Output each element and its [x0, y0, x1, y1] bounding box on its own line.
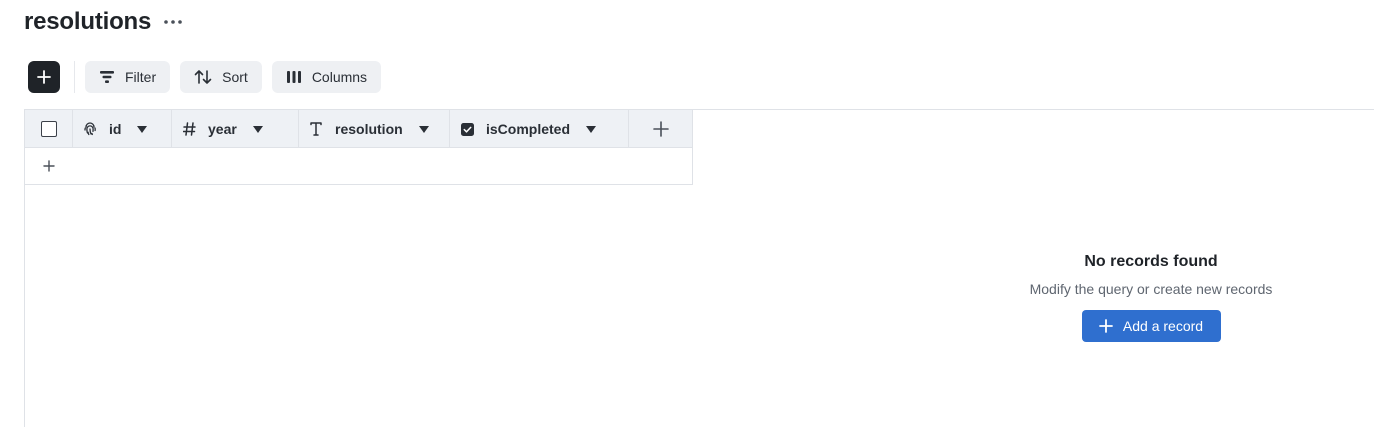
plus-icon [652, 121, 669, 137]
filter-button[interactable]: Filter [85, 61, 171, 93]
add-column-button[interactable] [629, 110, 692, 148]
plus-icon [37, 70, 51, 84]
fingerprint-icon [83, 122, 97, 136]
empty-state-title: No records found [1084, 253, 1218, 270]
sort-button[interactable]: Sort [180, 61, 262, 93]
caret-down-icon [418, 124, 429, 134]
empty-state: No records found Modify the query or cre… [1001, 252, 1301, 342]
add-button[interactable] [28, 61, 60, 93]
filter-label: Filter [125, 69, 157, 85]
grid-header: id year resolution isCompleted [25, 110, 692, 148]
columns-button[interactable]: Columns [271, 61, 382, 93]
columns-label: Columns [311, 69, 368, 85]
toolbar-divider [74, 61, 75, 93]
checkbox-checked-icon [460, 122, 474, 136]
page-title: resolutions [24, 8, 152, 35]
plus-icon [43, 160, 55, 172]
add-record-label: Add a record [1122, 318, 1204, 334]
caret-down-icon [252, 124, 263, 134]
column-label-year: year [208, 121, 237, 137]
add-record-button[interactable]: Add a record [1081, 310, 1221, 342]
toolbar: Filter Sort Columns [28, 61, 391, 93]
page-header: resolutions [24, 6, 183, 38]
empty-state-subtitle: Modify the query or create new records [1029, 281, 1273, 297]
more-options-icon[interactable] [163, 12, 183, 32]
sort-label: Sort [222, 69, 248, 85]
column-header-id[interactable]: id [73, 110, 172, 148]
add-row-button[interactable] [25, 160, 73, 172]
column-label-iscompleted: isCompleted [486, 121, 571, 137]
grid-body [25, 148, 692, 184]
select-all-checkbox[interactable] [40, 121, 57, 137]
select-all-cell [25, 110, 73, 148]
text-type-icon [309, 122, 323, 136]
columns-icon [286, 71, 301, 83]
filter-icon [100, 71, 114, 83]
column-header-iscompleted[interactable]: isCompleted [450, 110, 629, 148]
column-header-year[interactable]: year [172, 110, 299, 148]
column-label-id: id [109, 121, 122, 137]
caret-down-icon [137, 124, 148, 134]
sort-arrows-icon [194, 70, 212, 84]
hash-icon [182, 122, 196, 136]
column-header-resolution[interactable]: resolution [299, 110, 450, 148]
records-grid: id year resolution isCompleted [24, 109, 693, 185]
caret-down-icon [586, 124, 597, 134]
plus-icon [1099, 319, 1113, 333]
column-label-resolution: resolution [335, 121, 403, 137]
